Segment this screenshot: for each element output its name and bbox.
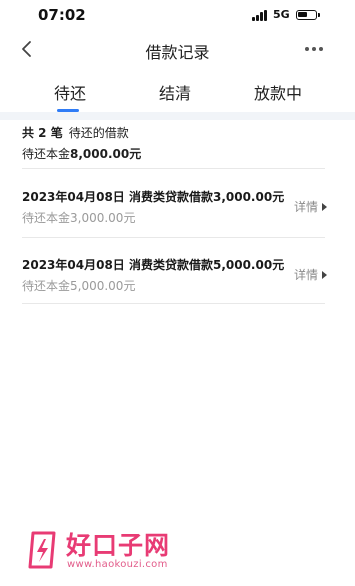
summary-principal-label: 待还本金 [22,147,71,161]
tab-bar: 待还 结清 放款中 [0,72,355,112]
page-title: 借款记录 [145,43,210,62]
arrow-right-icon [322,203,327,211]
summary-count-suffix: 待还的借款 [68,126,129,140]
loan-detail-label: 详情 [293,200,318,214]
network-type: 5G [273,8,290,21]
loan-item[interactable]: 2023年04月08日 消费类贷款借款3,000.00元 待还本金3,000.0… [22,188,327,228]
arrow-right-icon [322,271,327,279]
loan-principal: 待还本金3,000.00元 [22,211,136,225]
watermark-url: www.haokouzi.com [67,559,168,570]
loan-item[interactable]: 2023年04月08日 消费类贷款借款5,000.00元 待还本金5,000.0… [22,256,327,296]
status-bar: 07:02 5G [0,0,355,30]
divider [22,168,325,169]
nav-bar: 借款记录 [0,30,355,70]
summary-principal: 待还本金8,000.00元 [22,145,332,162]
loan-title: 2023年04月08日 消费类贷款借款5,000.00元 [22,258,285,272]
tab-pending[interactable]: 待还 [54,80,86,104]
watermark: 好口子网 www.haokouzi.com [24,526,184,576]
watermark-logo [28,531,56,569]
more-options-icon[interactable] [305,46,325,52]
divider [22,303,325,304]
summary-count: 共 2 笔待还的借款 [22,124,332,141]
tabs-divider [0,112,355,120]
loan-title: 2023年04月08日 消费类贷款借款3,000.00元 [22,190,285,204]
summary-count-text: 共 2 笔 [22,126,63,140]
signal-icon [252,10,269,21]
tab-disbursing[interactable]: 放款中 [254,80,302,104]
loan-detail-label: 详情 [293,268,318,282]
loan-detail-link[interactable]: 详情 [294,198,327,215]
divider [22,237,325,238]
status-time: 07:02 [38,6,86,24]
loan-detail-link[interactable]: 详情 [294,266,327,283]
summary-principal-value: 8,000.00元 [70,147,142,161]
pending-summary: 共 2 笔待还的借款 待还本金8,000.00元 [22,124,332,162]
loan-principal: 待还本金5,000.00元 [22,279,136,293]
battery-cap [318,13,320,17]
tab-settled[interactable]: 结清 [159,80,191,104]
watermark-brand: 好口子网 [66,531,171,560]
battery-icon [296,10,317,20]
